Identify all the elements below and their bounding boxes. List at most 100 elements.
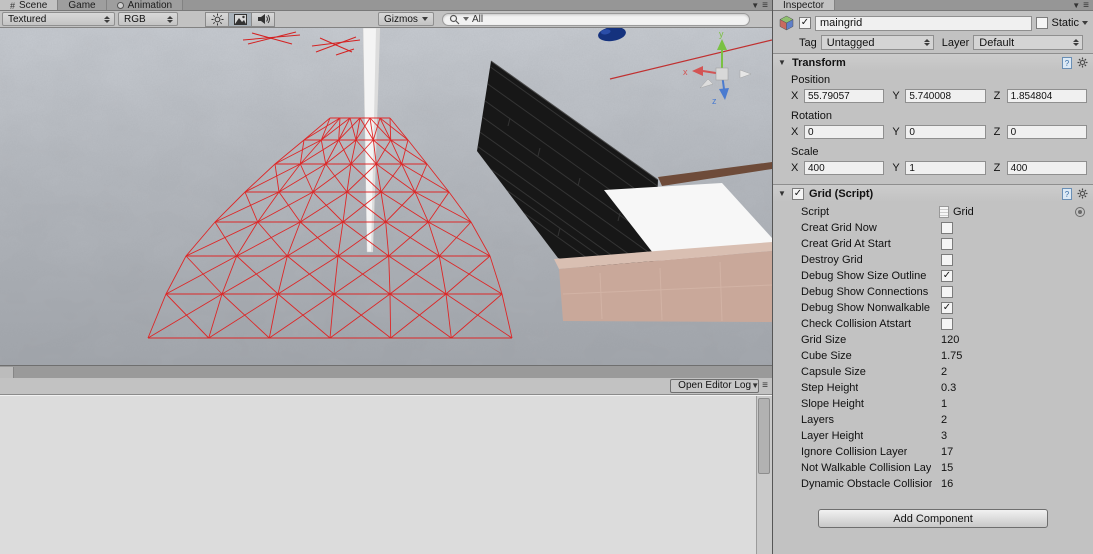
grid-script-enabled-checkbox[interactable]: ✓ — [792, 187, 804, 200]
position-row: X 55.79057 Y 5.740008 Z 1.854804 — [773, 88, 1093, 107]
open-editor-log-button[interactable]: Open Editor Log — [670, 379, 759, 393]
console-toolbar: Open Editor Log ▼ ≡ — [0, 378, 772, 395]
add-component-button[interactable]: Add Component — [818, 509, 1048, 528]
console-log-area[interactable] — [0, 395, 772, 554]
rotation-x-field[interactable]: 0 — [804, 125, 885, 139]
y-axis-label: Y — [892, 126, 900, 138]
gameobject-cube-icon — [779, 15, 794, 31]
property-value-field[interactable]: 0.3 — [941, 382, 956, 394]
property-checkbox[interactable] — [941, 238, 953, 250]
property-label: Step Height — [801, 382, 859, 394]
console-panel-menu-icon[interactable]: ▼ ≡ — [751, 380, 772, 391]
property-checkbox[interactable] — [941, 318, 953, 330]
scale-row: X 400 Y1 Z 400 — [773, 160, 1093, 179]
gear-icon[interactable] — [1077, 188, 1088, 199]
search-icon — [449, 14, 460, 24]
scale-y-field[interactable]: 1 — [905, 161, 986, 175]
property-value-field[interactable]: 2 — [941, 366, 947, 378]
gizmos-dropdown[interactable]: Gizmos — [378, 12, 434, 26]
foldout-arrow-icon[interactable]: ▼ — [778, 58, 787, 67]
property-value-field[interactable]: 120 — [941, 334, 959, 346]
tab-scene[interactable]: # Scene — [0, 0, 59, 11]
transform-title: Transform — [792, 56, 846, 69]
rotation-z-field[interactable]: 0 — [1006, 125, 1087, 139]
position-z-field[interactable]: 1.854804 — [1006, 89, 1087, 103]
svg-text:?: ? — [1065, 190, 1070, 199]
render-mode-dropdown[interactable]: RGB — [118, 12, 178, 26]
sun-icon — [211, 13, 223, 25]
property-value-field[interactable]: 1 — [941, 398, 947, 410]
property-checkbox[interactable]: ✓ — [941, 302, 953, 314]
rotation-y-field[interactable]: 0 — [905, 125, 986, 139]
grid-script-row: Debug Show Size Outline ✓ — [773, 268, 1093, 284]
property-value-field[interactable]: 17 — [941, 446, 953, 458]
grid-script-row: Capsule Size 2 — [773, 364, 1093, 380]
tab-scene-label: Scene — [19, 0, 48, 11]
property-checkbox[interactable] — [941, 222, 953, 234]
property-value-field[interactable]: 15 — [941, 462, 953, 474]
layer-value: Default — [979, 36, 1015, 49]
grid-script-header[interactable]: ▼ ✓ Grid (Script) ? — [773, 184, 1093, 202]
audio-toggle-button[interactable] — [251, 11, 275, 27]
tab-inspector[interactable]: Inspector — [773, 0, 836, 10]
property-checkbox[interactable]: ✓ — [941, 270, 953, 282]
transform-header[interactable]: ▼ Transform ? — [773, 53, 1093, 71]
draw-mode-dropdown[interactable]: Textured — [2, 12, 115, 26]
property-label: Layers — [801, 414, 835, 426]
scene-viewport[interactable]: y x z — [0, 26, 773, 365]
scale-z-field[interactable]: 400 — [1006, 161, 1087, 175]
console-scrollbar-thumb[interactable] — [758, 398, 770, 474]
layer-label: Layer — [941, 36, 970, 49]
inspector-panel-menu-icon[interactable]: ▼ ≡ — [1072, 0, 1093, 10]
property-label: Debug Show Size Outline — [801, 270, 927, 282]
updown-arrows-icon — [104, 15, 110, 23]
static-dropdown-icon[interactable] — [1082, 21, 1088, 25]
object-picker-icon[interactable] — [1075, 207, 1085, 217]
property-value-field[interactable]: 3 — [941, 430, 947, 442]
console-scrollbar[interactable] — [756, 396, 772, 554]
gameobject-name-field[interactable]: maingrid — [815, 15, 1033, 31]
property-label: Debug Show Nonwalkable — [801, 302, 931, 314]
tab-animation[interactable]: Animation — [106, 0, 184, 11]
tab-game[interactable]: Game — [58, 0, 107, 10]
foldout-arrow-icon[interactable]: ▼ — [778, 189, 787, 198]
grid-script-row: Debug Show Nonwalkable ✓ — [773, 300, 1093, 316]
help-doc-icon[interactable]: ? — [1062, 56, 1072, 69]
property-checkbox[interactable] — [941, 254, 953, 266]
property-label: Grid Size — [801, 334, 847, 346]
speaker-icon — [257, 14, 270, 24]
property-label: Check Collision Atstart — [801, 318, 912, 330]
inspector-panel: Inspector ▼ ≡ ✓ maingrid Static Tag Unta… — [772, 0, 1093, 554]
grid-script-row: Layers 2 — [773, 412, 1093, 428]
property-value-field[interactable]: 16 — [941, 478, 953, 490]
position-y-field[interactable]: 5.740008 — [905, 89, 986, 103]
property-label: Capsule Size — [801, 366, 866, 378]
property-label: Ignore Collision Layer — [801, 446, 908, 458]
script-icon — [939, 206, 949, 218]
tag-dropdown[interactable]: Untagged — [820, 35, 934, 50]
lighting-toggle-button[interactable] — [205, 11, 229, 27]
property-value-field[interactable]: 1.75 — [941, 350, 962, 362]
gear-icon[interactable] — [1077, 57, 1088, 68]
script-object-field[interactable]: Grid — [939, 206, 974, 218]
layer-dropdown[interactable]: Default — [973, 35, 1084, 50]
grid-script-row: Slope Height 1 — [773, 396, 1093, 412]
scale-x-field[interactable]: 400 — [804, 161, 885, 175]
help-doc-icon[interactable]: ? — [1062, 187, 1072, 200]
grid-script-row: Layer Height 3 — [773, 428, 1093, 444]
grid-script-row: Cube Size 1.75 — [773, 348, 1093, 364]
gizmos-label: Gizmos — [384, 13, 418, 25]
tag-label: Tag — [799, 36, 817, 49]
property-value-field[interactable]: 2 — [941, 414, 947, 426]
position-x-field[interactable]: 55.79057 — [804, 89, 885, 103]
property-checkbox[interactable] — [941, 286, 953, 298]
scene-panel-menu-icon[interactable]: ▼ ≡ — [751, 0, 772, 10]
active-checkbox[interactable]: ✓ — [799, 17, 811, 29]
tab-animation-label: Animation — [127, 0, 173, 11]
static-checkbox[interactable] — [1036, 17, 1049, 29]
gizmo-center-cube-icon[interactable] — [715, 67, 729, 81]
scene-grid-icon: # — [10, 0, 16, 11]
scene-search-field[interactable]: All — [442, 12, 750, 26]
grid-script-row: Debug Show Connections — [773, 284, 1093, 300]
scene-fx-toggle-button[interactable] — [228, 11, 252, 27]
